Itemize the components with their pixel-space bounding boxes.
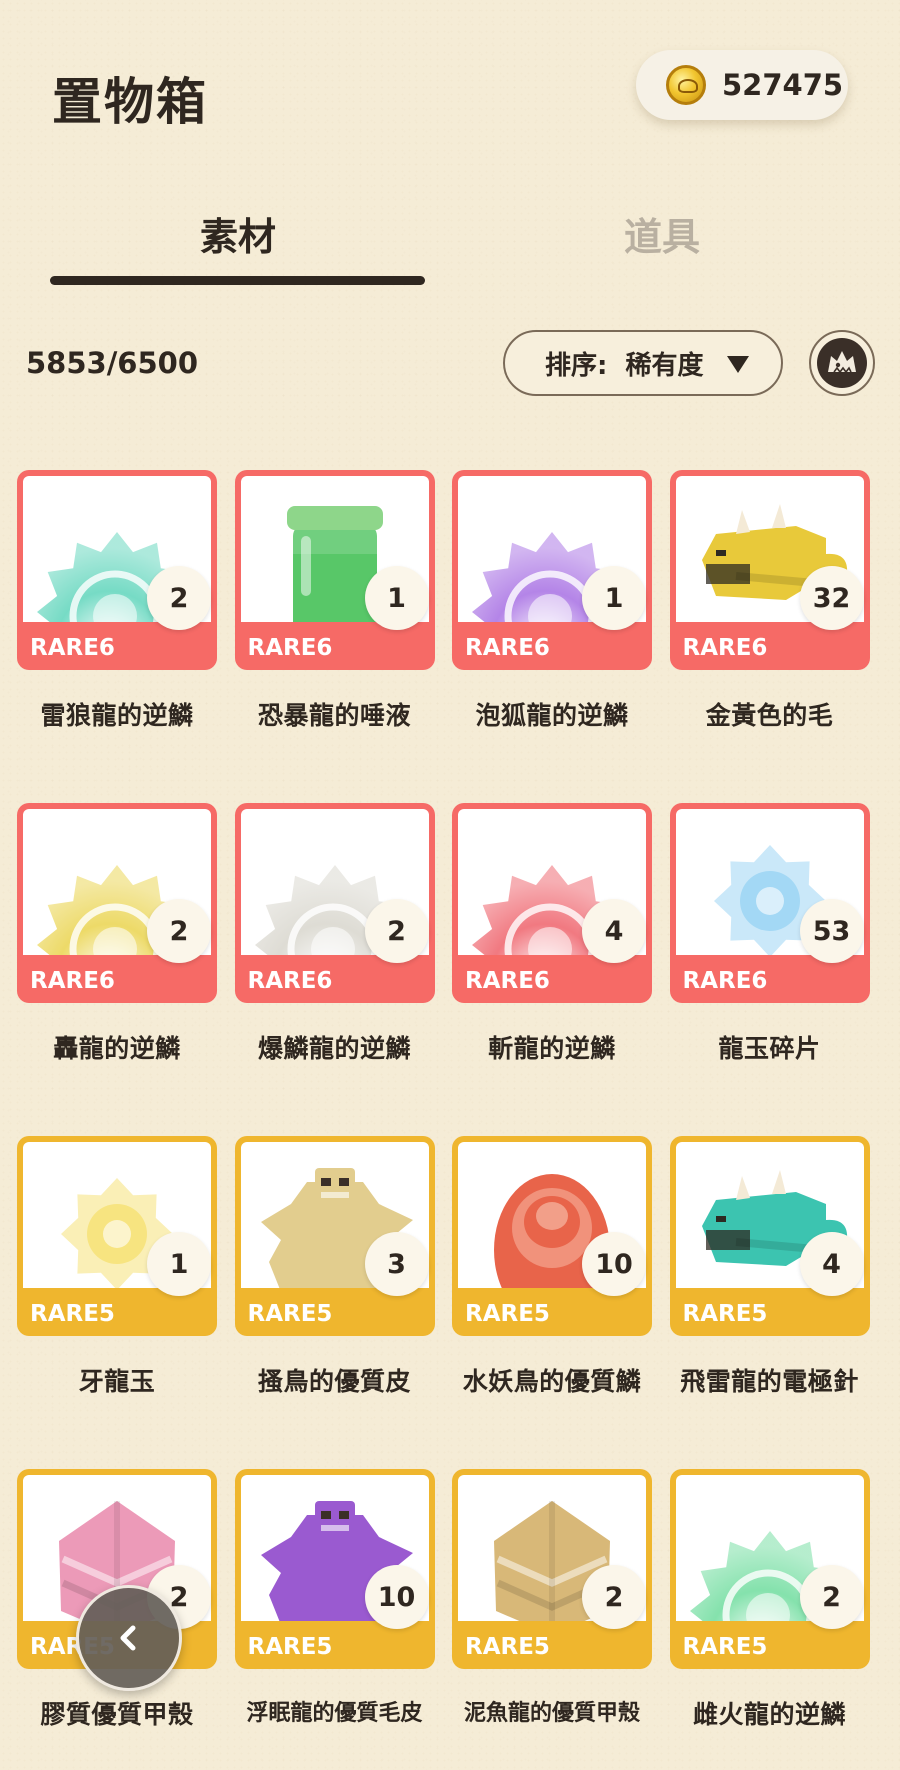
material-item[interactable]: 1 RARE6 泡狐龍的逆鱗 [452,470,652,732]
material-item[interactable]: 4 RARE6 斬龍的逆鱗 [452,803,652,1065]
item-name: 浮眠龍的優質毛皮 [246,1701,423,1726]
material-item[interactable]: 2 RARE6 雷狼龍的逆鱗 [17,470,217,732]
item-name: 搔鳥的優質皮 [257,1367,411,1396]
item-name: 雷狼龍的逆鱗 [40,701,194,730]
quantity-badge: 1 [147,1232,211,1296]
sort-dropdown[interactable]: 排序: 稀有度 [503,330,783,396]
material-item[interactable]: 2 RARE5 泥魚龍的優質甲殼 [452,1469,652,1727]
item-card[interactable]: 10 RARE5 [234,1469,435,1669]
material-item[interactable]: 1 RARE5 牙龍玉 [17,1136,217,1398]
material-item[interactable]: 1 RARE6 恐暴龍的唾液 [234,470,435,732]
item-name: 斬龍的逆鱗 [488,1034,616,1063]
quantity-badge: 2 [147,566,211,630]
item-name: 爆鱗龍的逆鱗 [257,1034,411,1063]
item-card[interactable]: 1 RARE6 [452,470,652,670]
rarity-label: RARE5 [682,1634,768,1660]
rarity-label: RARE5 [682,1301,768,1327]
rarity-label: RARE5 [247,1301,333,1327]
monster-filter-icon [817,338,867,388]
item-name: 泥魚龍的優質甲殼 [463,1701,640,1726]
item-card[interactable]: 2 RARE6 [234,803,435,1003]
rarity-label: RARE5 [465,1301,550,1327]
quantity-badge: 3 [364,1232,429,1296]
material-item[interactable]: 2 RARE5 雌火龍的逆鱗 [669,1469,870,1731]
active-tab-indicator [50,276,425,285]
item-name: 雌火龍的逆鱗 [692,1700,846,1729]
rarity-label: RARE6 [465,968,550,994]
rarity-label: RARE6 [682,968,768,994]
coin-value: 527475 [722,68,844,102]
item-card[interactable]: 1 RARE6 [234,470,435,670]
page-title: 置物箱 [52,73,208,131]
storage-count: 5853/6500 [26,346,199,380]
quantity-badge: 53 [799,899,864,963]
item-card[interactable]: 10 RARE5 [452,1136,652,1336]
item-name: 牙龍玉 [78,1367,156,1396]
quantity-badge: 1 [364,566,429,630]
material-item[interactable]: 10 RARE5 浮眠龍的優質毛皮 [234,1469,435,1727]
dropdown-arrow-icon [727,356,749,373]
quantity-badge: 10 [582,1232,646,1296]
material-item[interactable]: 2 RARE6 轟龍的逆鱗 [17,803,217,1065]
item-card[interactable]: 4 RARE5 [669,1136,870,1336]
rarity-label: RARE6 [30,635,115,661]
rarity-label: RARE5 [247,1634,333,1660]
quantity-badge: 2 [799,1565,864,1629]
item-card[interactable]: 2 RARE5 [452,1469,652,1669]
material-item[interactable]: 10 RARE5 水妖鳥的優質鱗 [452,1136,652,1398]
sort-label: 排序: 稀有度 [545,350,704,381]
item-card[interactable]: 3 RARE5 [234,1136,435,1336]
material-item[interactable]: 4 RARE5 飛雷龍的電極針 [669,1136,870,1398]
item-card[interactable]: 2 RARE6 [17,470,217,670]
back-button[interactable] [76,1585,182,1691]
material-item[interactable]: 53 RARE6 龍玉碎片 [669,803,870,1065]
item-name: 金黃色的毛 [705,701,834,730]
item-name: 水妖鳥的優質鱗 [462,1367,642,1396]
material-item[interactable]: 3 RARE5 搔鳥的優質皮 [234,1136,435,1398]
quantity-badge: 10 [364,1565,429,1629]
item-name: 膠質優質甲殼 [40,1700,194,1729]
quantity-badge: 4 [582,899,646,963]
item-card[interactable]: 4 RARE6 [452,803,652,1003]
item-card[interactable]: 1 RARE5 [17,1136,217,1336]
filter-button[interactable] [809,330,875,396]
rarity-label: RARE5 [30,1301,115,1327]
item-name: 龍玉碎片 [718,1034,821,1063]
rarity-label: RARE6 [247,968,333,994]
item-card[interactable]: 2 RARE5 [669,1469,870,1669]
tab-materials[interactable]: 素材 [200,206,276,261]
quantity-badge: 2 [147,899,211,963]
item-name: 轟龍的逆鱗 [53,1034,181,1063]
item-card[interactable]: 2 RARE6 [17,803,217,1003]
chevron-left-icon [120,1625,136,1651]
rarity-label: RARE6 [30,968,115,994]
rarity-label: RARE6 [682,635,768,661]
item-name: 飛雷龍的電極針 [680,1367,859,1396]
rarity-label: RARE6 [465,635,550,661]
rarity-label: RARE6 [247,635,333,661]
quantity-badge: 1 [582,566,646,630]
quantity-badge: 4 [799,1232,864,1296]
material-item[interactable]: 32 RARE6 金黃色的毛 [669,470,870,732]
quantity-badge: 32 [799,566,864,630]
item-name: 恐暴龍的唾液 [257,701,411,730]
coin-balance: 527475 [636,50,848,120]
item-card[interactable]: 53 RARE6 [669,803,870,1003]
quantity-badge: 2 [582,1565,646,1629]
material-item[interactable]: 2 RARE6 爆鱗龍的逆鱗 [234,803,435,1065]
item-name: 泡狐龍的逆鱗 [475,701,629,730]
tab-items[interactable]: 道具 [624,206,700,261]
gold-coin-icon [666,65,706,105]
quantity-badge: 2 [364,899,429,963]
item-card[interactable]: 32 RARE6 [669,470,870,670]
rarity-label: RARE5 [465,1634,550,1660]
